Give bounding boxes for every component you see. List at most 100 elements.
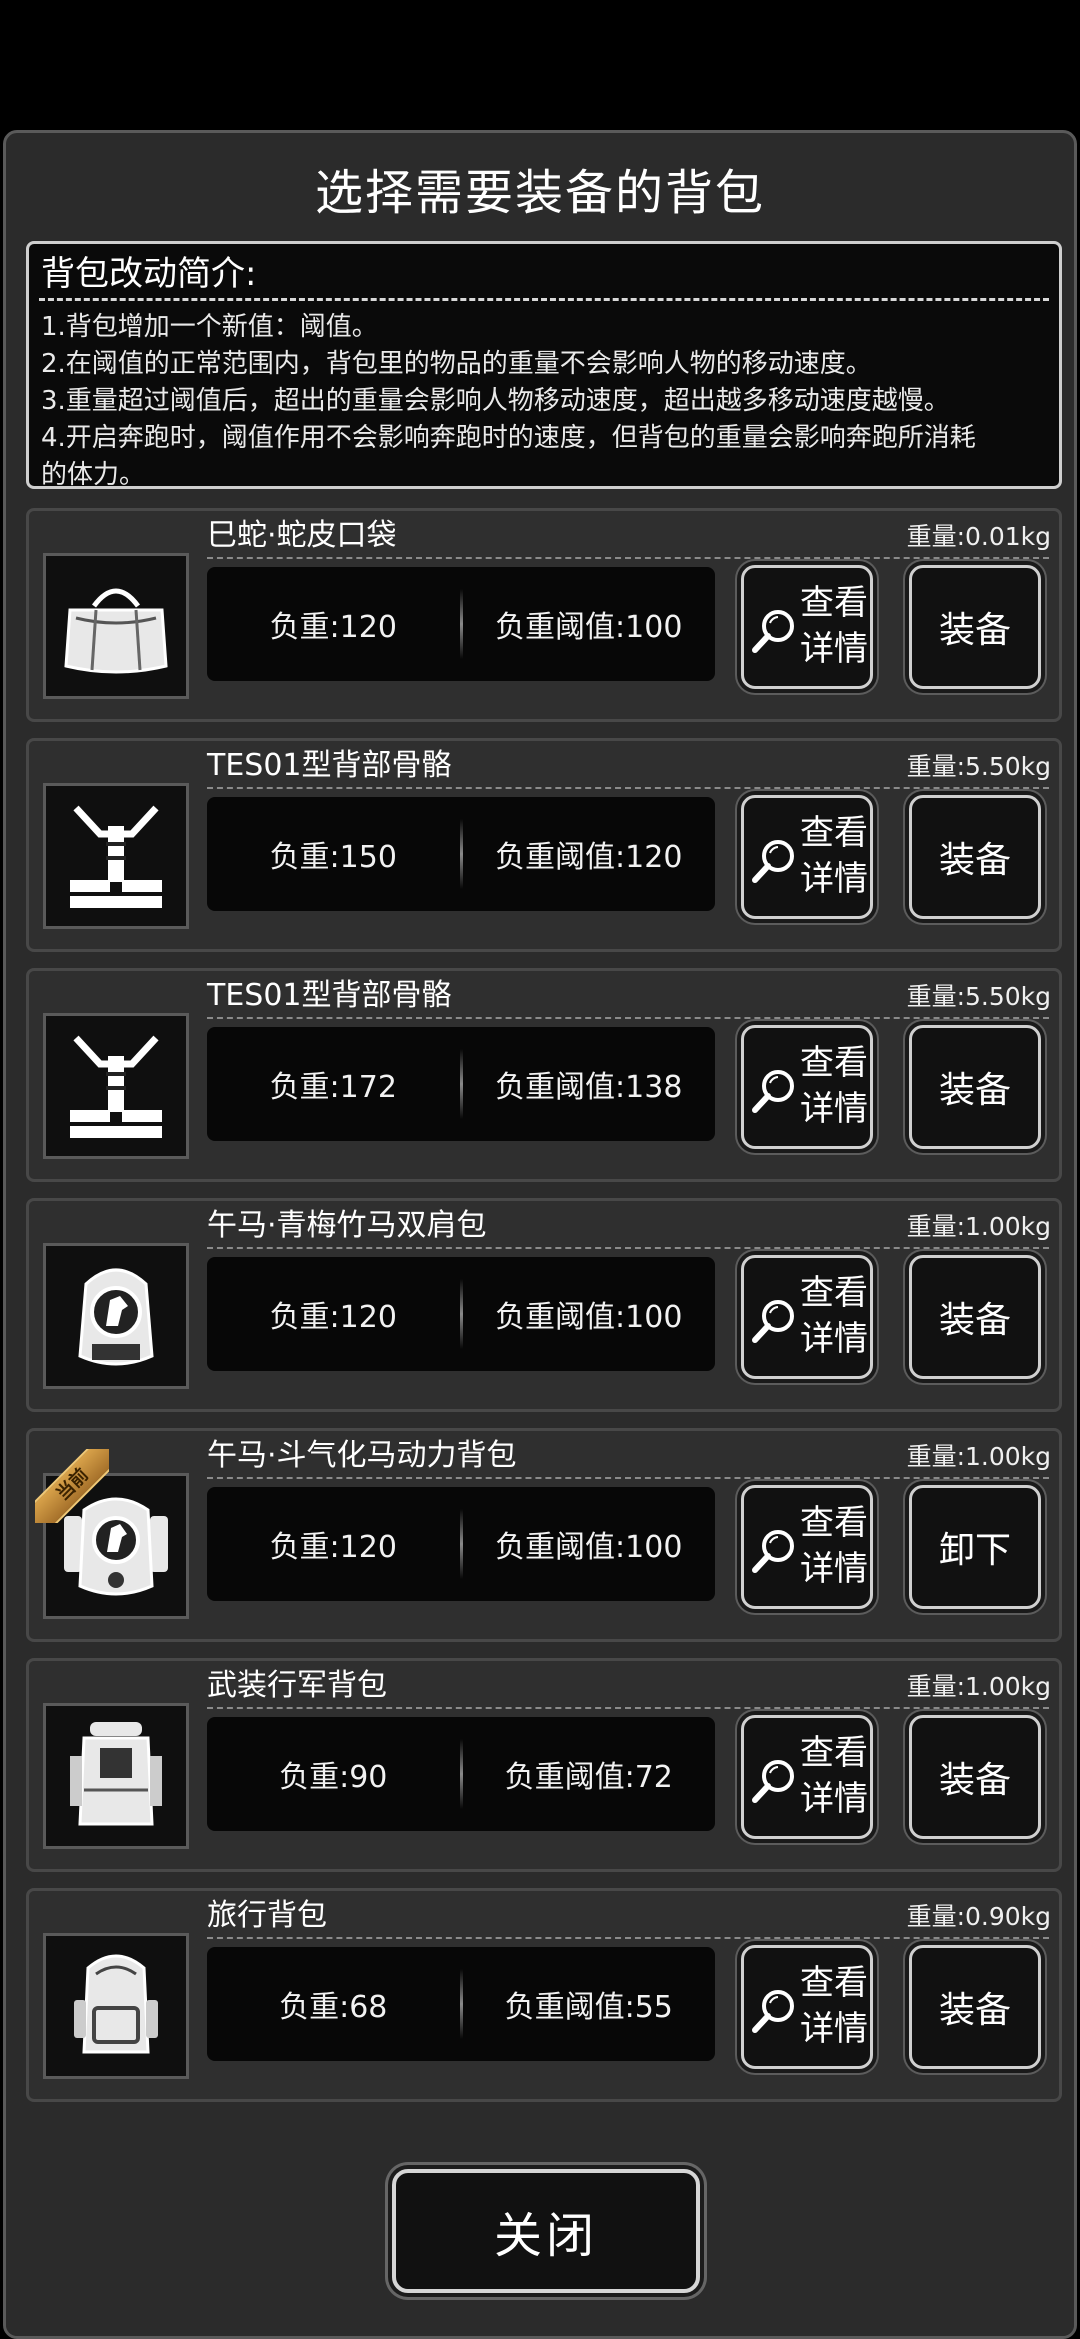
threshold-value: 负重阈值:120 bbox=[495, 840, 683, 875]
back-frame-icon bbox=[70, 1035, 162, 1138]
backpack-thumbnail bbox=[43, 1243, 189, 1389]
divider bbox=[207, 1477, 1049, 1479]
backpack-card: 旅行背包 重量:0.90kg 负重:68 负重阈值:55 查看 详情 装备 bbox=[26, 1888, 1062, 2102]
view-details-button[interactable]: 查看 详情 bbox=[741, 1715, 873, 1839]
view-details-label: 查看 详情 bbox=[800, 583, 868, 669]
backpack-card: 午马·斗气化马动力背包 重量:1.00kg 负重:120 负重阈值:100 查看… bbox=[26, 1428, 1062, 1642]
dialog-title: 选择需要装备的背包 bbox=[314, 165, 765, 221]
threshold-value: 负重阈值:100 bbox=[495, 1530, 683, 1565]
load-value: 负重:120 bbox=[269, 610, 397, 645]
divider bbox=[207, 787, 1049, 789]
current-badge: 当前 bbox=[35, 1449, 109, 1523]
backpack-card: TES01型背部骨骼 重量:5.50kg 负重:172 负重阈值:138 查看详… bbox=[26, 968, 1062, 1182]
stats-panel: 负重:120 负重阈值:100 bbox=[207, 1257, 715, 1371]
backpack-card: 武装行军背包 重量:1.00kg 负重:90 负重阈值:72 查看 详情 装备 bbox=[26, 1658, 1062, 1872]
unequip-button[interactable]: 卸下 bbox=[909, 1485, 1041, 1609]
backpack-thumbnail bbox=[43, 783, 189, 929]
magnifier-icon bbox=[752, 1070, 794, 1113]
equip-button[interactable]: 装备 bbox=[909, 1255, 1041, 1379]
backpack-weight: 重量:0.01kg bbox=[906, 522, 1051, 551]
view-details-button[interactable]: 查看 详情 bbox=[741, 1255, 873, 1379]
backpack-weight: 重量:1.00kg bbox=[906, 1212, 1051, 1241]
back-frame-icon bbox=[70, 805, 162, 908]
backpack-name: 武装行军背包 bbox=[207, 1668, 387, 1703]
load-value: 负重:120 bbox=[269, 1300, 397, 1335]
magnifier-icon bbox=[752, 1760, 794, 1803]
backpack-thumbnail bbox=[43, 1013, 189, 1159]
divider bbox=[207, 1017, 1049, 1019]
equip-button[interactable]: 装备 bbox=[909, 1945, 1041, 2069]
view-details-button[interactable]: 查看 详情 bbox=[741, 1945, 873, 2069]
intro-heading: 背包改动简介: bbox=[39, 250, 1049, 301]
load-value: 负重:172 bbox=[269, 1070, 397, 1105]
backpack-thumbnail bbox=[43, 553, 189, 699]
backpack-thumbnail bbox=[43, 1703, 189, 1849]
intro-box: 背包改动简介: 1.背包增加一个新值：阈值。 2.在阈值的正常范围内，背包里的物… bbox=[26, 241, 1062, 490]
threshold-value: 负重阈值:100 bbox=[495, 1300, 683, 1335]
divider bbox=[207, 1247, 1049, 1249]
backpack-name: 旅行背包 bbox=[207, 1898, 327, 1933]
threshold-value: 负重阈值:100 bbox=[495, 610, 683, 645]
view-details-button[interactable]: 查看 详情 bbox=[741, 795, 873, 919]
view-details-button[interactable]: 查看 详情 bbox=[741, 565, 873, 689]
magnifier-icon bbox=[752, 1990, 794, 2033]
intro-line: 4.开启奔跑时，阈值作用不会影响奔跑时的速度，但背包的重量会影响奔跑所消耗 bbox=[41, 423, 976, 453]
divider bbox=[207, 1707, 1049, 1709]
view-details-button[interactable]: 查看 详情 bbox=[741, 1485, 873, 1609]
equip-button[interactable]: 装备 bbox=[909, 1025, 1041, 1149]
stats-panel: 负重:120 负重阈值:100 bbox=[207, 1487, 715, 1601]
travel-backpack-icon bbox=[74, 1954, 158, 2054]
backpack-card: TES01型背部骨骼 重量:5.50kg 负重:150 负重阈值:120 查看详… bbox=[26, 738, 1062, 952]
intro-line: 的体力。 bbox=[41, 460, 146, 490]
backpack-list[interactable]: 巳蛇·蛇皮口袋 重量:0.01kg 负重:120 负重阈值:100 查看 详情 装… bbox=[26, 508, 1064, 2118]
backpack-card: 巳蛇·蛇皮口袋 重量:0.01kg 负重:120 负重阈值:100 查看 详情 装… bbox=[26, 508, 1062, 722]
magnifier-icon bbox=[752, 1530, 794, 1573]
view-details-label: 查看 详情 bbox=[800, 1503, 868, 1589]
backpack-name: 巳蛇·蛇皮口袋 bbox=[207, 518, 397, 553]
close-button[interactable]: 关闭 bbox=[392, 2169, 700, 2293]
backpack-name: TES01型背部骨骼 bbox=[207, 978, 452, 1013]
equip-button[interactable]: 装备 bbox=[909, 1715, 1041, 1839]
divider bbox=[207, 1937, 1049, 1939]
backpack-weight: 重量:5.50kg bbox=[906, 982, 1051, 1011]
backpack-select-dialog: 选择需要装备的背包 背包改动简介: 1.背包增加一个新值：阈值。 2.在阈值的正… bbox=[3, 130, 1077, 2339]
backpack-name: TES01型背部骨骼 bbox=[207, 748, 452, 783]
backpack-thumbnail bbox=[43, 1933, 189, 2079]
equip-button[interactable]: 装备 bbox=[909, 795, 1041, 919]
backpack-card: 午马·青梅竹马双肩包 重量:1.00kg 负重:120 负重阈值:100 查看详… bbox=[26, 1198, 1062, 1412]
load-value: 负重:150 bbox=[269, 840, 397, 875]
equip-button[interactable]: 装备 bbox=[909, 565, 1041, 689]
view-details-label: 查看 详情 bbox=[800, 1043, 868, 1129]
duffel-bag-icon bbox=[64, 588, 168, 674]
backpack-weight: 重量:1.00kg bbox=[906, 1672, 1051, 1701]
backpack-weight: 重量:1.00kg bbox=[906, 1442, 1051, 1471]
view-details-label: 查看 详情 bbox=[800, 1963, 868, 2049]
intro-line: 2.在阈值的正常范围内，背包里的物品的重量不会影响人物的移动速度。 bbox=[41, 349, 872, 379]
magnifier-icon bbox=[752, 840, 794, 883]
threshold-value: 负重阈值:55 bbox=[504, 1990, 673, 2025]
threshold-value: 负重阈值:72 bbox=[504, 1760, 673, 1795]
magnifier-icon bbox=[752, 610, 794, 653]
divider bbox=[207, 557, 1049, 559]
view-details-button[interactable]: 查看 详情 bbox=[741, 1025, 873, 1149]
footer: 关闭 bbox=[6, 2136, 1074, 2336]
intro-line: 3.重量超过阈值后，超出的重量会影响人物移动速度，超出越多移动速度越慢。 bbox=[41, 386, 950, 416]
horse-backpack-icon bbox=[78, 1268, 154, 1366]
intro-line: 1.背包增加一个新值：阈值。 bbox=[41, 312, 378, 342]
backpack-weight: 重量:5.50kg bbox=[906, 752, 1051, 781]
stats-panel: 负重:172 负重阈值:138 bbox=[207, 1027, 715, 1141]
stats-panel: 负重:150 负重阈值:120 bbox=[207, 797, 715, 911]
backpack-name: 午马·青梅竹马双肩包 bbox=[207, 1208, 487, 1243]
backpack-weight: 重量:0.90kg bbox=[906, 1902, 1051, 1931]
load-value: 负重:120 bbox=[269, 1530, 397, 1565]
stats-panel: 负重:68 负重阈值:55 bbox=[207, 1947, 715, 2061]
stats-panel: 负重:90 负重阈值:72 bbox=[207, 1717, 715, 1831]
view-details-label: 查看 详情 bbox=[800, 1273, 868, 1359]
threshold-value: 负重阈值:138 bbox=[495, 1070, 683, 1105]
magnifier-icon bbox=[752, 1300, 794, 1343]
view-details-label: 查看 详情 bbox=[800, 1733, 868, 1819]
stats-panel: 负重:120 负重阈值:100 bbox=[207, 567, 715, 681]
view-details-label: 查看 详情 bbox=[800, 813, 868, 899]
military-backpack-icon bbox=[70, 1722, 162, 1826]
backpack-name: 午马·斗气化马动力背包 bbox=[207, 1438, 517, 1473]
